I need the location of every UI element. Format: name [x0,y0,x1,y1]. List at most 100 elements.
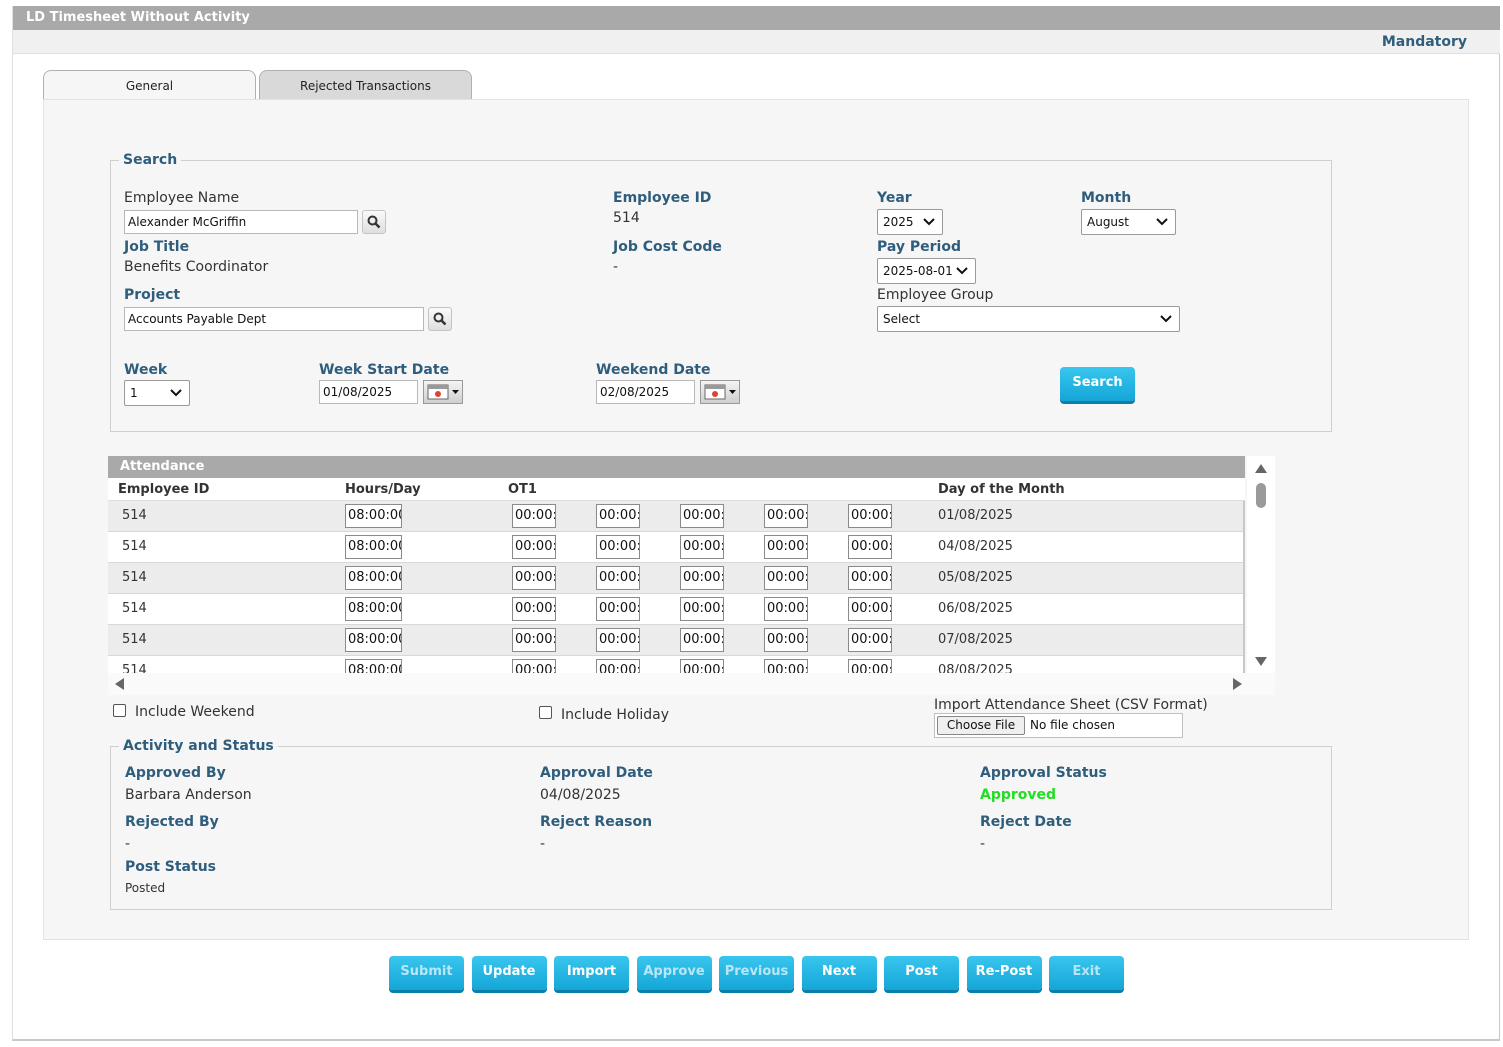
ot1-input[interactable]: 00:00: [512,659,556,673]
week-start-input[interactable]: 01/08/2025 [319,380,418,404]
table-row: 514 08:00:00 00:00: 00:00: 00:00: 00:00: 00:00… [108,656,1243,673]
job-cost-code-value: - [613,259,619,275]
exit-button[interactable]: Exit [1049,956,1124,990]
ot1-input[interactable]: 00:00: [848,535,892,559]
magnifier-icon [433,312,447,326]
ot1-input[interactable]: 00:00: [512,628,556,652]
import-button[interactable]: Import [554,956,629,990]
employee-group-select[interactable]: Select [877,306,1180,332]
chevron-down-icon [1156,218,1168,226]
employee-id-cell: 514 [122,601,147,616]
ot1-input[interactable]: 00:00: [512,566,556,590]
table-row: 514 08:00:00 00:00: 00:00: 00:00: 00:00: 00:00… [108,532,1243,563]
attendance-grid: 514 08:00:00 00:00: 00:00: 00:00: 00:00: 00:00… [108,501,1245,673]
week-select[interactable]: 1 [124,380,190,406]
ot1-input[interactable]: 00:00: [764,659,808,673]
ot1-input[interactable]: 00:00: [764,535,808,559]
post-button[interactable]: Post [884,956,959,990]
week-label: Week [124,362,168,378]
project-lookup-button[interactable] [428,307,452,331]
day-of-month-cell: 05/08/2025 [938,570,1013,585]
ot1-input[interactable]: 00:00: [680,659,724,673]
weekend-date-input[interactable]: 02/08/2025 [596,380,695,404]
hours-day-input[interactable]: 08:00:00 [345,504,402,528]
approve-button[interactable]: Approve [636,956,712,990]
ot1-input[interactable]: 00:00: [512,504,556,528]
weekend-calendar-button[interactable] [700,380,740,404]
col-employee-id: Employee ID [118,482,210,497]
ot1-input[interactable]: 00:00: [680,628,724,652]
ot1-input[interactable]: 00:00: [596,659,640,673]
ot1-input[interactable]: 00:00: [848,597,892,621]
rejected-by-value: - [125,836,131,852]
rejected-by-label: Rejected By [125,814,219,830]
import-attendance-label: Import Attendance Sheet (CSV Format) [934,697,1208,713]
col-ot1: OT1 [508,482,537,497]
project-input[interactable]: Accounts Payable Dept [124,307,424,331]
month-select[interactable]: August [1081,209,1176,235]
chevron-down-icon [1160,315,1172,323]
ot1-input[interactable]: 00:00: [764,504,808,528]
ot1-input[interactable]: 00:00: [596,535,640,559]
include-weekend-checkbox[interactable] [113,704,126,717]
window-title: LD Timesheet Without Activity [13,6,1500,30]
project-label: Project [124,287,181,303]
employee-lookup-button[interactable] [362,210,386,234]
employee-name-input[interactable]: Alexander McGriffin [124,210,358,234]
hours-day-input[interactable]: 08:00:00 [345,597,402,621]
horizontal-scrollbar[interactable] [108,673,1275,695]
file-input[interactable]: Choose File No file chosen [934,713,1183,738]
ot1-input[interactable]: 00:00: [764,597,808,621]
year-select[interactable]: 2025 [877,209,943,235]
ot1-input[interactable]: 00:00: [680,504,724,528]
ot1-input[interactable]: 00:00: [764,566,808,590]
week-value: 1 [130,386,138,400]
scroll-left-icon [115,678,124,690]
next-button[interactable]: Next [801,956,877,990]
table-row: 514 08:00:00 00:00: 00:00: 00:00: 00:00: 00:00… [108,501,1243,532]
ot1-input[interactable]: 00:00: [848,659,892,673]
ot1-input[interactable]: 00:00: [848,504,892,528]
ot1-input[interactable]: 00:00: [680,597,724,621]
submit-button[interactable]: Submit [389,956,464,990]
employee-id-cell: 514 [122,508,147,523]
ot1-input[interactable]: 00:00: [680,566,724,590]
vertical-scrollbar[interactable] [1247,456,1275,673]
previous-button[interactable]: Previous [719,956,794,990]
pay-period-label: Pay Period [877,239,961,255]
ot1-input[interactable]: 00:00: [596,504,640,528]
post-status-label: Post Status [125,859,216,875]
calendar-icon [427,384,459,400]
chevron-down-icon [170,389,182,397]
calendar-icon [704,384,736,400]
hours-day-input[interactable]: 08:00:00 [345,628,402,652]
include-holiday-checkbox[interactable] [539,706,552,719]
ot1-input[interactable]: 00:00: [764,628,808,652]
scroll-right-icon [1233,678,1242,690]
hours-day-input[interactable]: 08:00:00 [345,566,402,590]
post-status-value: Posted [125,881,166,895]
ot1-input[interactable]: 00:00: [596,597,640,621]
search-button[interactable]: Search [1060,367,1135,401]
update-button[interactable]: Update [471,956,547,990]
col-hours-day: Hours/Day [345,482,421,497]
include-holiday-label: Include Holiday [561,707,670,723]
ot1-input[interactable]: 00:00: [680,535,724,559]
hours-day-input[interactable]: 08:00:00 [345,535,402,559]
re-post-button[interactable]: Re-Post [966,956,1042,990]
ot1-input[interactable]: 00:00: [596,628,640,652]
choose-file-button[interactable]: Choose File [937,716,1025,735]
ot1-input[interactable]: 00:00: [596,566,640,590]
hours-day-input[interactable]: 08:00:00 [345,659,402,673]
pay-period-select[interactable]: 2025-08-01 [877,258,976,284]
day-of-month-cell: 01/08/2025 [938,508,1013,523]
ot1-input[interactable]: 00:00: [512,535,556,559]
ot1-input[interactable]: 00:00: [512,597,556,621]
search-legend: Search [119,152,182,168]
ot1-input[interactable]: 00:00: [848,566,892,590]
week-start-calendar-button[interactable] [423,380,463,404]
ot1-input[interactable]: 00:00: [848,628,892,652]
tab-general[interactable]: General [43,70,256,100]
magnifier-icon [367,215,381,229]
tab-rejected-transactions[interactable]: Rejected Transactions [259,70,472,100]
